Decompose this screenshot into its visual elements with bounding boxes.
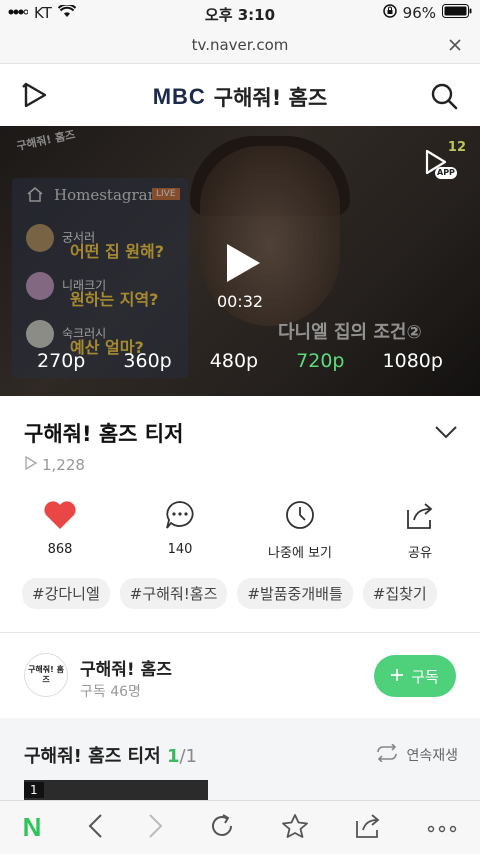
playlist-current-index: 1: [166, 746, 180, 767]
comment-button[interactable]: 140: [120, 500, 240, 561]
naver-home-icon[interactable]: N: [23, 812, 42, 843]
refresh-icon[interactable]: [209, 813, 235, 843]
back-icon[interactable]: [87, 813, 103, 843]
heart-icon: [43, 500, 77, 534]
playlist-title: 구해줘! 홈즈 티저 1/1: [24, 742, 197, 768]
rotation-lock-icon: [382, 4, 397, 22]
quality-option-270p[interactable]: 270p: [37, 350, 85, 372]
view-count: 1,228: [24, 455, 85, 474]
quality-option-360p[interactable]: 360p: [123, 350, 171, 372]
watch-later-button[interactable]: 나중에 보기: [240, 500, 360, 561]
browser-toolbar: N: [0, 800, 480, 854]
page-header: MBC 구해줘! 홈즈: [0, 64, 480, 126]
more-icon[interactable]: [427, 818, 457, 837]
chevron-down-icon[interactable]: [434, 424, 458, 443]
bookmark-star-icon[interactable]: [281, 813, 309, 843]
app-label: APP: [437, 168, 455, 177]
tag-chip[interactable]: #발품중개배틀: [237, 578, 353, 609]
page-title: MBC 구해줘! 홈즈: [0, 82, 480, 112]
subscriber-count: 구독 46명: [80, 684, 141, 700]
quality-option-1080p[interactable]: 1080p: [383, 350, 443, 372]
playlist-section: 구해줘! 홈즈 티저 1/1 연속재생 1: [0, 718, 480, 800]
tag-chip[interactable]: #강다니엘: [22, 578, 110, 609]
close-icon[interactable]: [448, 37, 462, 56]
action-bar: 868 140 나중에 보기 공유: [0, 500, 480, 561]
clock-icon: [285, 500, 315, 534]
subscribe-button[interactable]: 구독: [374, 655, 456, 697]
playlist-title-text: 구해줘! 홈즈 티저: [24, 746, 161, 767]
search-icon[interactable]: [430, 82, 458, 114]
like-button[interactable]: 868: [0, 500, 120, 561]
video-info: 구해줘! 홈즈 티저 1,228 868 140 나중에 보기 공유 #강다니엘…: [0, 396, 480, 632]
browser-url-bar: tv.naver.com: [0, 28, 480, 64]
watch-later-label: 나중에 보기: [268, 546, 332, 561]
playlist-item-thumbnail[interactable]: 1: [24, 780, 208, 800]
quality-selector: 270p 360p 480p 720p 1080p: [0, 350, 480, 372]
url-text[interactable]: tv.naver.com: [0, 36, 480, 54]
battery-icon: [442, 4, 472, 22]
playback-time: 00:32: [216, 292, 264, 311]
video-player[interactable]: 구해줘! 홈즈 Homestagram LIVE 궁서러 어떤 집 원해? 니래…: [0, 126, 480, 396]
like-count: 868: [47, 542, 73, 557]
play-count-icon: [24, 455, 38, 474]
comment-count: 140: [167, 542, 193, 557]
channel-name[interactable]: 구해줘! 홈즈: [80, 655, 172, 680]
open-in-app-button[interactable]: APP: [422, 148, 458, 186]
show-title: 구해줘! 홈즈: [213, 86, 328, 110]
tag-chip[interactable]: #구해줘!홈즈: [119, 578, 228, 609]
play-icon[interactable]: [224, 242, 262, 288]
forward-icon[interactable]: [148, 813, 164, 843]
repeat-icon: [374, 743, 400, 766]
continuous-play-label: 연속재생: [406, 748, 458, 764]
playlist-total: /1: [179, 746, 198, 767]
subscribe-label: 구독: [411, 667, 439, 686]
battery-percent: 96%: [402, 4, 436, 22]
continuous-play-toggle[interactable]: 연속재생: [374, 743, 458, 766]
share-icon: [404, 500, 436, 534]
channel-avatar[interactable]: 구해줘! 홈즈: [24, 653, 68, 697]
tag-list: #강다니엘 #구해줘!홈즈 #발품중개배틀 #집찾기: [22, 578, 437, 609]
plus-icon: [391, 667, 404, 685]
share-button[interactable]: 공유: [360, 500, 480, 561]
tag-chip[interactable]: #집찾기: [362, 578, 437, 609]
video-title: 구해줘! 홈즈 티저: [24, 422, 184, 446]
share-label: 공유: [408, 546, 432, 561]
quality-option-480p[interactable]: 480p: [210, 350, 258, 372]
quality-option-720p[interactable]: 720p: [296, 350, 344, 372]
status-bar: KT 오후 3:10 96%: [0, 0, 480, 28]
mbc-logo: MBC: [152, 84, 206, 109]
comment-icon: [164, 500, 196, 534]
share-page-icon[interactable]: [354, 813, 382, 843]
view-count-value: 1,228: [42, 456, 85, 474]
playlist-item-number: 1: [24, 782, 44, 798]
channel-row: 구해줘! 홈즈 구해줘! 홈즈 구독 46명 구독: [0, 632, 480, 718]
